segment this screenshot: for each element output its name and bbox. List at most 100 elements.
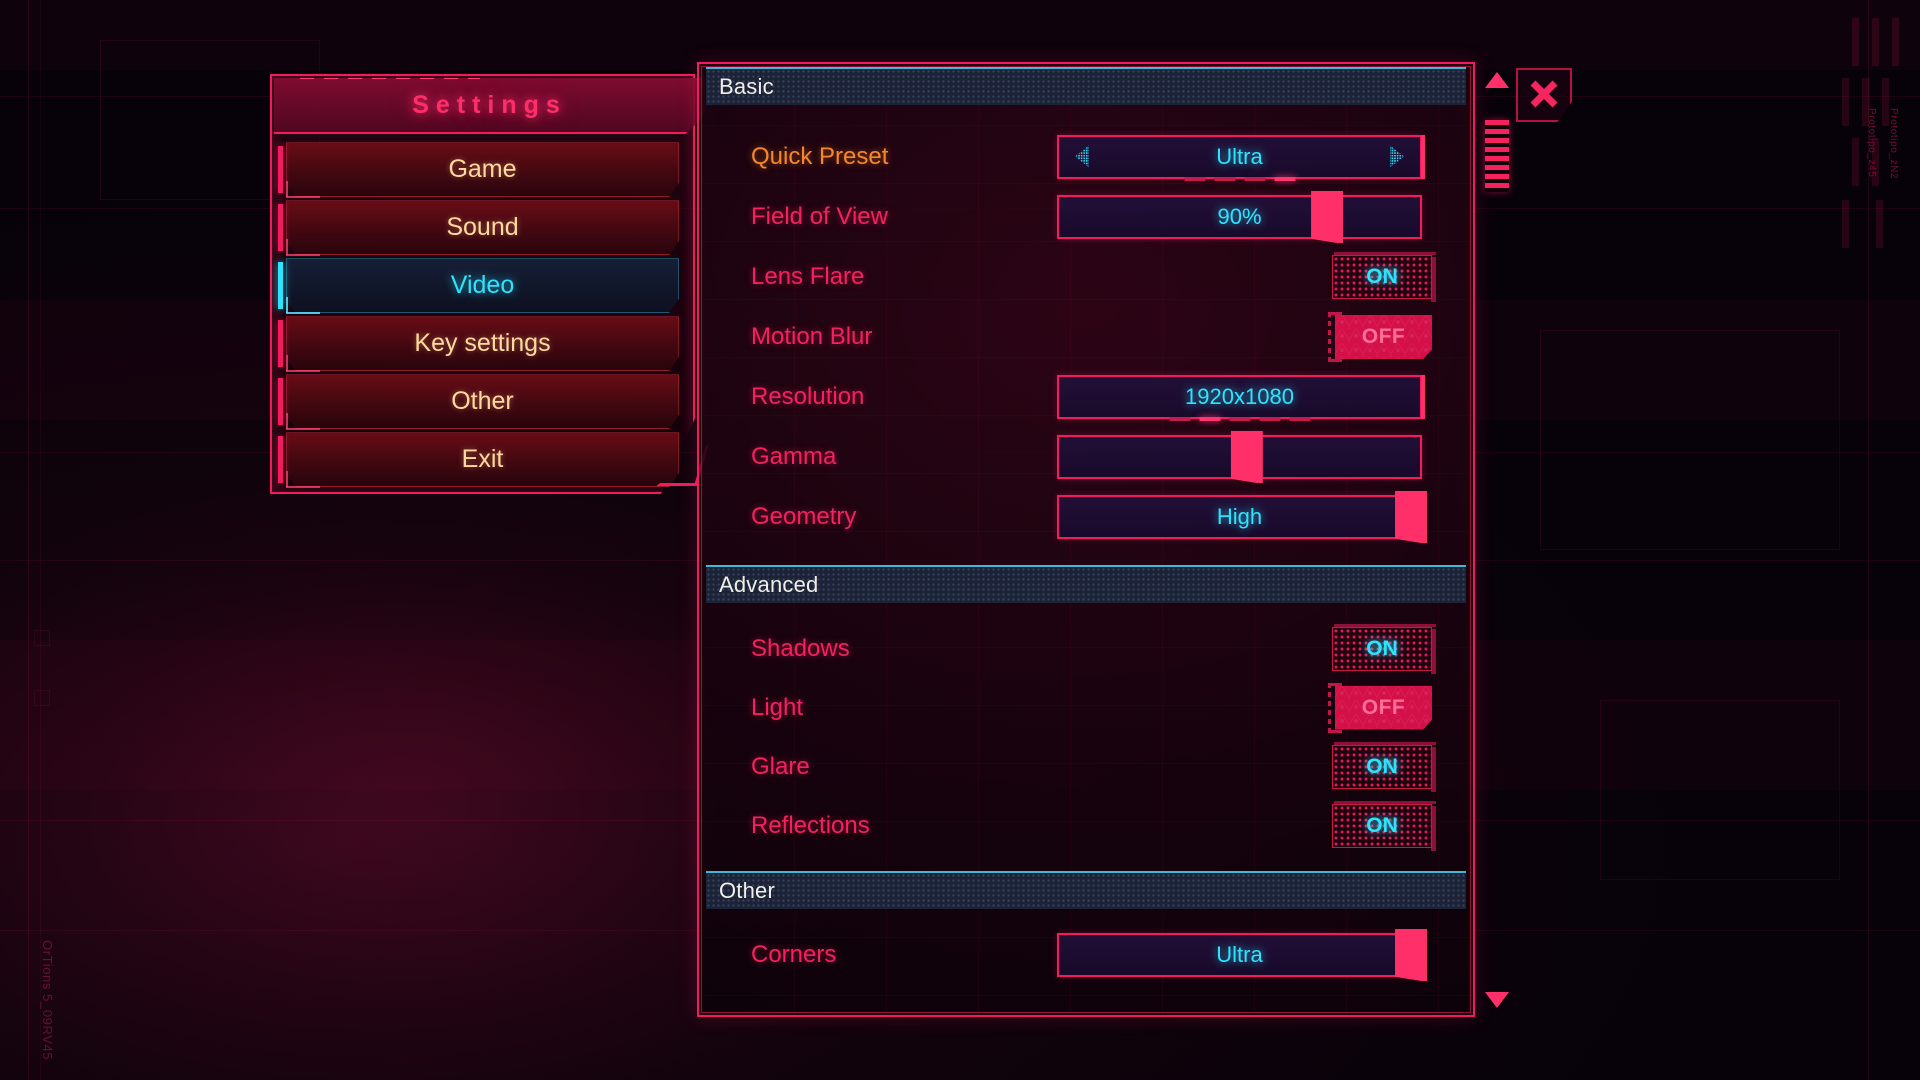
setting-label: Shadows <box>751 634 850 662</box>
scrollbar[interactable] <box>1484 70 1510 1010</box>
menu-item-corner <box>286 413 288 429</box>
slider-handle[interactable] <box>1230 431 1263 483</box>
toggle-body: ON <box>1332 626 1432 671</box>
menu-item-sound[interactable]: Sound <box>278 200 679 256</box>
menu-item-label: Sound <box>446 213 519 241</box>
toggle-value: ON <box>1366 265 1398 288</box>
section-title: Basic <box>719 74 774 99</box>
menu-item-video[interactable]: Video <box>278 258 679 314</box>
arrow-left-icon[interactable] <box>1073 145 1090 170</box>
menu-item-label: Video <box>450 271 515 299</box>
setting-label: Light <box>751 693 804 721</box>
toggle-reflections[interactable]: ON <box>1332 800 1436 851</box>
scrollbar-track[interactable] <box>1484 96 1510 984</box>
setting-label: Field of View <box>751 203 888 230</box>
control-value: Ultra <box>1216 144 1263 169</box>
toggle-body: ON <box>1332 744 1432 789</box>
menu-item-list: Game Sound Video Key settings Other Exit <box>278 142 679 490</box>
toggle-left-bracket <box>1328 729 1342 733</box>
setting-row-gamma: Gamma <box>702 427 1470 487</box>
menu-item-corner <box>286 355 288 371</box>
menu-item-corner <box>286 181 288 197</box>
control-box: 90% <box>1057 195 1422 239</box>
settings-scroll-area[interactable]: Basic Quick Preset Ultra Field of View 90% Le… <box>702 67 1470 1012</box>
bg-bar <box>1852 138 1859 186</box>
toggle-left-bracket <box>1328 312 1342 315</box>
toggle-value: ON <box>1366 754 1398 778</box>
bg-bar <box>1842 78 1849 126</box>
page-dash <box>1259 417 1280 421</box>
control-geometry[interactable]: High <box>1057 491 1428 543</box>
page-dash <box>1184 177 1205 181</box>
control-value: 90% <box>1217 204 1262 229</box>
setting-row-motion-blur: Motion Blur OFF <box>702 307 1470 367</box>
watermark-right-1: Prototipo_z45 <box>1866 108 1877 178</box>
menu-item-marker <box>278 320 283 367</box>
setting-row-shadows: Shadows ON <box>702 619 1470 678</box>
menu-item-corner <box>286 196 320 198</box>
toggle-left-bracket <box>1328 359 1342 362</box>
slider-handle[interactable] <box>1395 491 1428 543</box>
scroll-down-button[interactable] <box>1484 988 1510 1010</box>
setting-row-field-of-view: Field of View 90% <box>702 187 1470 247</box>
menu-item-game[interactable]: Game <box>278 142 679 198</box>
settings-menu-panel: Settings Game Sound Video Key settings Other… <box>270 74 695 494</box>
control-field-of-view[interactable]: 90% <box>1057 191 1422 243</box>
control-box: Ultra <box>1057 933 1422 977</box>
toggle-value: ON <box>1366 636 1398 660</box>
close-button[interactable] <box>1516 68 1572 122</box>
control-value: Ultra <box>1216 942 1263 967</box>
toggle-left-bracket <box>1328 682 1331 733</box>
option-indicator-dashes <box>1169 417 1310 421</box>
control-gamma[interactable] <box>1057 431 1422 483</box>
bg-bar <box>1872 18 1879 66</box>
menu-item-other[interactable]: Other <box>278 374 679 430</box>
setting-label: Geometry <box>751 503 857 530</box>
menu-item-marker <box>278 436 283 483</box>
menu-item-corner <box>286 312 320 314</box>
menu-item-label: Exit <box>461 445 504 473</box>
menu-item-corner <box>286 486 320 488</box>
setting-label: Motion Blur <box>751 323 873 350</box>
page-dash <box>1289 417 1310 421</box>
setting-row-reflections: Reflections ON <box>702 796 1470 855</box>
toggle-glare[interactable]: ON <box>1332 741 1436 792</box>
menu-item-key-settings[interactable]: Key settings <box>278 316 679 372</box>
control-resolution[interactable]: 1920x1080 <box>1057 375 1425 421</box>
slider-handle[interactable] <box>1311 191 1344 243</box>
watermark-left: OrTions 5_09RV45 <box>40 939 55 1060</box>
toggle-light[interactable]: OFF <box>1328 682 1432 733</box>
menu-item-exit[interactable]: Exit <box>278 432 679 488</box>
setting-label: Reflections <box>751 811 870 839</box>
bg-chip <box>34 630 50 646</box>
toggle-motion-blur[interactable]: OFF <box>1328 312 1432 362</box>
watermark-right-2: Prototipo_zN2 <box>1888 108 1899 180</box>
menu-item-label: Key settings <box>414 329 551 357</box>
arrow-right-icon[interactable] <box>1389 145 1406 170</box>
bg-chip <box>1540 330 1840 550</box>
toggle-left-bracket <box>1328 682 1342 686</box>
toggle-value: ON <box>1366 813 1398 837</box>
page-dash <box>1274 177 1295 181</box>
bg-vline <box>28 0 29 1080</box>
bg-vline <box>40 0 41 1080</box>
scroll-up-button[interactable] <box>1484 70 1510 92</box>
slider-handle[interactable] <box>1395 929 1428 981</box>
setting-label: Quick Preset <box>751 143 889 170</box>
control-box: 1920x1080 <box>1057 375 1422 419</box>
setting-label: Glare <box>751 752 810 780</box>
control-quick-preset[interactable]: Ultra <box>1057 135 1425 181</box>
setting-row-lens-flare: Lens Flare ON <box>702 247 1470 307</box>
toggle-lens-flare[interactable]: ON <box>1332 252 1436 302</box>
section-title: Other <box>719 878 776 903</box>
section-header-advanced: Advanced <box>706 565 1466 603</box>
control-corners[interactable]: Ultra <box>1057 929 1428 981</box>
scrollbar-thumb[interactable] <box>1485 120 1509 192</box>
toggle-shadows[interactable]: ON <box>1332 623 1436 674</box>
control-value: 1920x1080 <box>1185 384 1294 409</box>
page-dash <box>1169 417 1190 421</box>
menu-item-corner <box>286 254 320 256</box>
